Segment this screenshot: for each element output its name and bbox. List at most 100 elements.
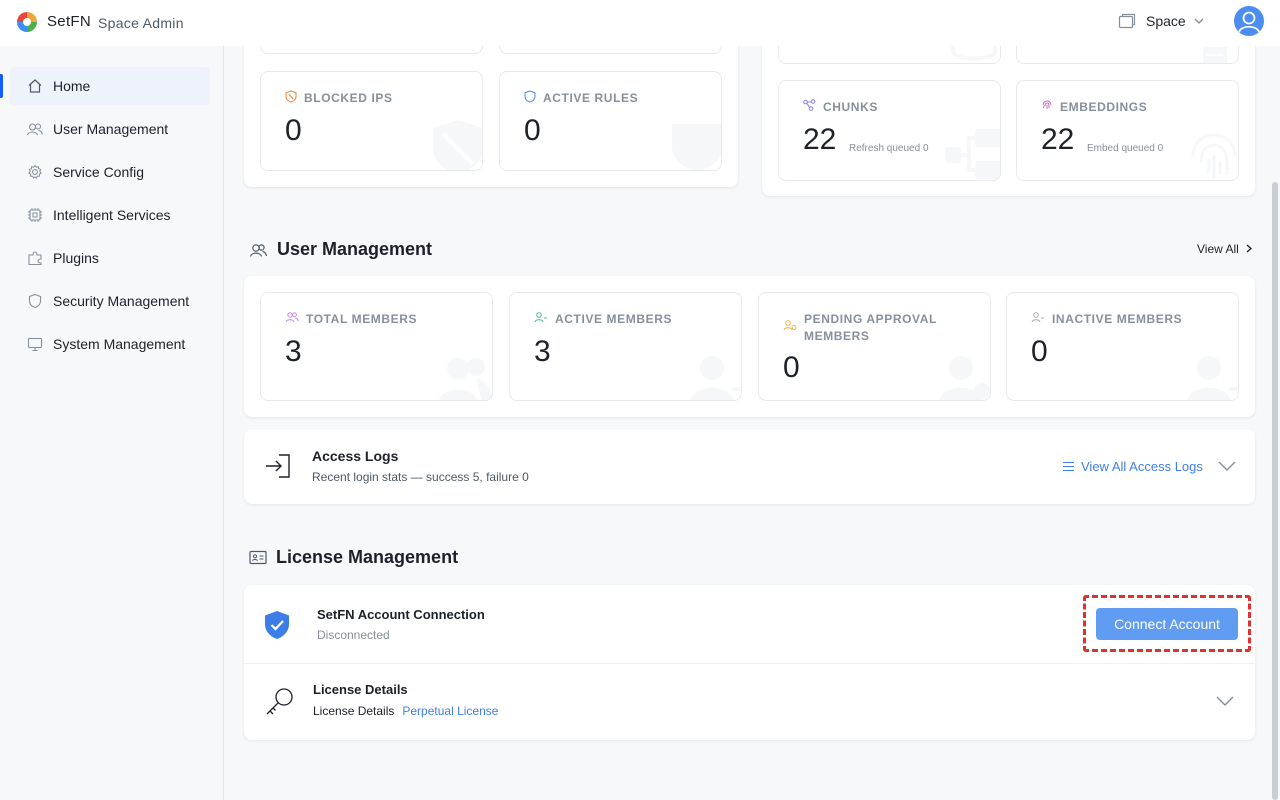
sidebar-item-home[interactable]: Home (10, 67, 210, 105)
embeddings-sub: Embed queued 0 (1087, 143, 1164, 154)
user-management-section-title: User Management (249, 239, 432, 260)
fingerprint-bg-icon (1191, 133, 1237, 179)
space-label: Space (1146, 13, 1186, 29)
embeddings-card[interactable]: EMBEDDINGS 22 Embed queued 0 (1016, 80, 1239, 181)
puzzle-icon (26, 249, 44, 267)
sidebar-item-label: User Management (53, 121, 169, 137)
blocked-ips-card[interactable]: BLOCKED IPS 0 (260, 71, 483, 171)
chevron-down-icon (1194, 18, 1204, 24)
user-stats-panel: TOTAL MEMBERS 3 ACTIVE MEMBERS 3 PENDING… (244, 276, 1255, 417)
shield-bg-icon (672, 124, 721, 170)
sidebar-item-user-management[interactable]: User Management (10, 110, 210, 148)
sidebar-item-service-config[interactable]: Service Config (10, 153, 210, 191)
chunks-card[interactable]: CHUNKS 22 Refresh queued 0 (778, 80, 1001, 181)
access-logs-subtitle: Recent login stats — success 5, failure … (312, 470, 529, 484)
sidebar-item-label: Service Config (53, 164, 145, 180)
active-members-label-row: ACTIVE MEMBERS (534, 311, 672, 328)
top-bar: SetFN Space Admin Space (0, 0, 1280, 46)
login-icon (266, 454, 290, 478)
database-bg-icon (951, 46, 997, 61)
fingerprint-icon (1042, 100, 1052, 109)
space-switcher[interactable]: Space (1118, 13, 1204, 29)
sidebar-item-label: Plugins (53, 250, 99, 266)
inactive-members-card[interactable]: INACTIVE MEMBERS 0 (1006, 292, 1239, 401)
active-members-label: ACTIVE MEMBERS (555, 312, 673, 326)
license-divider (244, 663, 1255, 664)
license-details-label: License Details (313, 704, 395, 718)
account-connection-title: SetFN Account Connection (317, 607, 485, 622)
pending-approval-label: PENDING APPROVAL MEMBERS (804, 312, 937, 343)
connect-account-button[interactable]: Connect Account (1096, 608, 1238, 640)
active-members-card[interactable]: ACTIVE MEMBERS 3 (509, 292, 742, 401)
view-all-access-logs-link[interactable]: View All Access Logs (1062, 459, 1203, 474)
license-panel: SetFN Account Connection Disconnected Co… (244, 585, 1255, 740)
total-members-value: 3 (285, 335, 302, 368)
id-card-icon (249, 550, 267, 565)
active-rules-label-row: ACTIVE RULES (524, 90, 638, 107)
key-icon (266, 688, 293, 715)
users-icon (249, 243, 268, 257)
view-all-users-link[interactable]: View All (1197, 242, 1253, 256)
active-members-value: 3 (534, 335, 551, 368)
license-details-row: License Details Perpetual License (313, 704, 498, 718)
users-icon (285, 312, 299, 323)
shield-ban-bg-icon (433, 120, 482, 170)
pending-approval-value: 0 (783, 351, 800, 384)
knowledge-overview-panel: CHUNKS 22 Refresh queued 0 EMBEDDINGS 22… (762, 46, 1255, 196)
blocked-ips-label-row: BLOCKED IPS (285, 90, 393, 107)
document-bg-icon (1203, 47, 1227, 63)
chip-icon (26, 206, 44, 224)
user-clock-icon (783, 320, 797, 331)
embeddings-label: EMBEDDINGS (1060, 100, 1148, 114)
shield-check-icon (265, 611, 289, 639)
brand-name: SetFN (47, 13, 92, 30)
main-content: BLOCKED IPS 0 ACTIVE RULES 0 CHUNKS 22 R… (224, 46, 1280, 800)
chunks-sub: Refresh queued 0 (849, 143, 929, 154)
sidebar-item-intelligent-services[interactable]: Intelligent Services (10, 196, 210, 234)
main-scrollbar[interactable] (1272, 182, 1278, 800)
list-icon (1063, 461, 1074, 472)
account-connection-status: Disconnected (317, 628, 390, 642)
active-rules-card[interactable]: ACTIVE RULES 0 (499, 71, 722, 171)
sidebar-item-label: Intelligent Services (53, 207, 171, 223)
user-check-icon (534, 312, 547, 323)
total-members-card[interactable]: TOTAL MEMBERS 3 (260, 292, 493, 401)
sidebar-item-label: System Management (53, 336, 186, 352)
users-bg-icon (439, 358, 492, 400)
license-management-title: License Management (276, 547, 459, 567)
license-management-section-title: License Management (249, 547, 458, 568)
sidebar-item-system-management[interactable]: System Management (10, 325, 210, 363)
view-all-access-logs-label: View All Access Logs (1081, 459, 1203, 474)
security-top-card-left (260, 46, 483, 54)
total-members-label: TOTAL MEMBERS (306, 312, 418, 326)
knowledge-top-card-right (1016, 46, 1239, 64)
home-icon (26, 77, 44, 95)
chevron-down-icon[interactable] (1216, 696, 1234, 707)
app-subtitle: Space Admin (98, 15, 184, 31)
inactive-members-value: 0 (1031, 335, 1048, 368)
shield-ban-icon (285, 90, 297, 103)
chunks-label-row: CHUNKS (803, 99, 878, 116)
sidebar-item-security-management[interactable]: Security Management (10, 282, 210, 320)
sidebar-item-plugins[interactable]: Plugins (10, 239, 210, 277)
active-rules-value: 0 (524, 114, 541, 147)
pending-approval-label-row: PENDING APPROVAL MEMBERS (783, 311, 953, 345)
view-all-label: View All (1197, 242, 1239, 256)
access-logs-panel[interactable]: Access Logs Recent login stats — success… (244, 429, 1255, 504)
license-type-link[interactable]: Perpetual License (402, 704, 498, 718)
setfn-logo-icon[interactable] (16, 11, 38, 33)
blocked-ips-value: 0 (285, 114, 302, 147)
security-overview-panel: BLOCKED IPS 0 ACTIVE RULES 0 (244, 46, 738, 187)
access-logs-title: Access Logs (312, 448, 399, 464)
user-minus-icon (1031, 312, 1044, 323)
embeddings-label-row: EMBEDDINGS (1041, 99, 1147, 116)
user-avatar[interactable] (1234, 6, 1264, 36)
gear-icon (26, 163, 44, 181)
chevron-down-icon[interactable] (1218, 461, 1236, 472)
active-nav-indicator (0, 74, 3, 98)
space-icon (1118, 13, 1136, 29)
pending-approval-card[interactable]: PENDING APPROVAL MEMBERS 0 (758, 292, 991, 401)
chevron-right-icon (1246, 244, 1253, 253)
users-icon (26, 120, 44, 138)
sidebar: Home User Management Service Config Inte… (0, 46, 224, 800)
